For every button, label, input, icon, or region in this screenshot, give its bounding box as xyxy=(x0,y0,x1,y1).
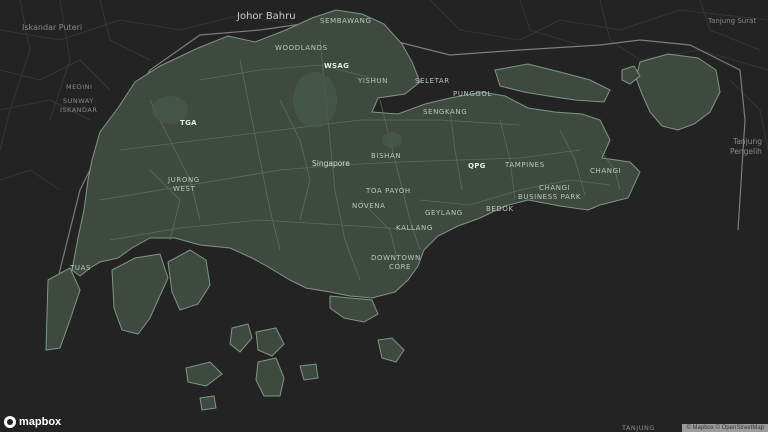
label-downtown-core-2: CORE xyxy=(389,263,412,271)
label-tanjung-surat: Tanjung Surat xyxy=(708,17,757,25)
label-woodlands: WOODLANDS xyxy=(275,44,328,52)
label-singapore: Singapore xyxy=(312,159,350,168)
label-changi: CHANGI xyxy=(590,167,622,175)
label-novena: NOVENA xyxy=(352,202,386,210)
label-tuas: TUAS xyxy=(70,264,92,272)
label-punggol: PUNGGOL xyxy=(453,90,493,98)
label-sunway-1: SUNWAY xyxy=(63,97,94,105)
jurong-islands-2 xyxy=(167,249,211,311)
label-toa-payoh: TOA PAYOH xyxy=(366,187,411,195)
pulau-ubin xyxy=(494,63,611,103)
map-attribution[interactable]: © Mapbox © OpenStreetMap xyxy=(682,424,768,432)
label-sengkang: SENGKANG xyxy=(423,108,468,116)
label-tanjung-bottom: TANJUNG xyxy=(622,424,655,432)
label-kallang: KALLANG xyxy=(396,224,433,232)
southern-island-5 xyxy=(299,363,319,381)
map-view[interactable]: Johor Bahru Iskandar Puteri MEDINI SUNWA… xyxy=(0,0,768,432)
southern-island-3 xyxy=(185,361,223,387)
southern-island-4 xyxy=(255,357,285,397)
label-changi-bp-1: CHANGI xyxy=(539,184,571,192)
mapbox-logo-text: mapbox xyxy=(19,416,62,428)
label-geylang: GEYLANG xyxy=(425,209,463,217)
label-iskandar-puteri: Iskandar Puteri xyxy=(22,23,83,32)
label-seletar: SELETAR xyxy=(415,77,450,85)
label-tanjung-pengelih-1: Tanjung xyxy=(733,137,763,146)
southern-island-6 xyxy=(199,395,217,411)
label-changi-bp-2: BUSINESS PARK xyxy=(518,193,582,201)
label-sembawang: SEMBAWANG xyxy=(320,17,372,25)
label-jurong-west-1: JURONG xyxy=(168,176,200,184)
label-medini: MEDINI xyxy=(66,83,93,91)
map-canvas xyxy=(0,0,768,411)
label-tanjung-pengelih-2: Pengelih xyxy=(730,147,762,156)
jurong-islands xyxy=(111,253,169,335)
label-tampines: TAMPINES xyxy=(505,161,545,169)
mapbox-logo[interactable]: mapbox xyxy=(4,416,61,428)
label-bedok: BEDOK xyxy=(486,205,514,213)
southern-island-2 xyxy=(255,327,285,357)
label-bishan: BISHAN xyxy=(371,152,402,160)
tuas-extension xyxy=(45,267,81,351)
label-downtown-core-1: DOWNTOWN xyxy=(371,254,421,262)
label-qpg: QPG xyxy=(468,162,486,170)
label-johor-bahru: Johor Bahru xyxy=(237,11,296,22)
southern-island-1 xyxy=(229,323,253,353)
southern-island-7 xyxy=(377,337,405,363)
label-wsag: WSAG xyxy=(324,62,350,70)
label-tga: TGA xyxy=(180,119,197,127)
sentosa xyxy=(329,295,379,323)
label-jurong-west-2: WEST xyxy=(173,185,196,193)
label-sunway-2: ISKANDAR xyxy=(60,106,98,114)
pulau-tekong xyxy=(635,53,721,131)
label-yishun: YISHUN xyxy=(358,77,389,85)
mapbox-icon xyxy=(4,416,16,428)
